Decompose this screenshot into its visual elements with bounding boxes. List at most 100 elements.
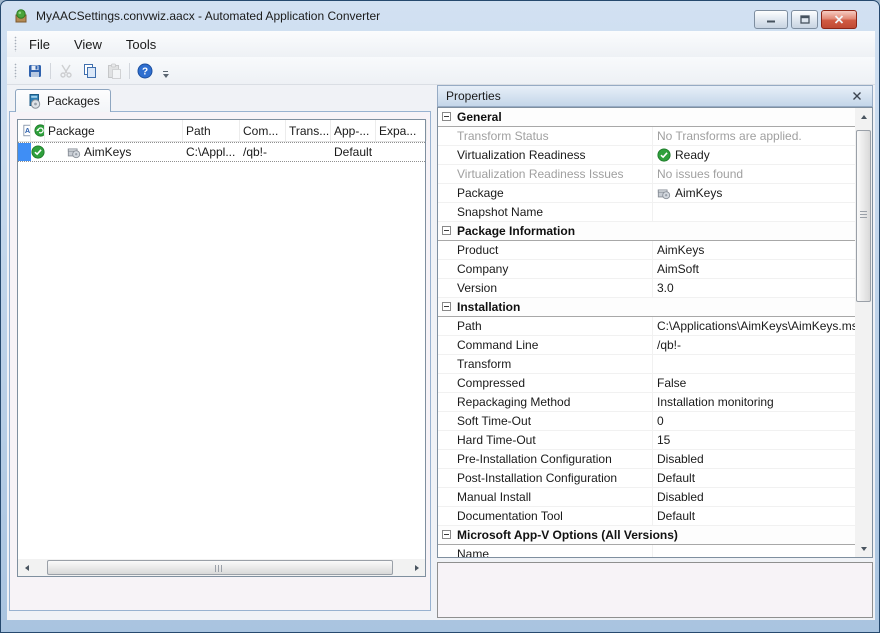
property-label: Name bbox=[438, 545, 653, 557]
property-row[interactable]: Hard Time-Out15 bbox=[438, 431, 855, 450]
collapse-icon[interactable] bbox=[442, 302, 451, 311]
property-label: Virtualization Readiness bbox=[438, 146, 653, 164]
column-header-package[interactable]: Package bbox=[45, 120, 183, 141]
save-button[interactable] bbox=[24, 60, 46, 82]
table-row[interactable]: AimKeysC:\Appl.../qb!-Default bbox=[18, 142, 425, 162]
menu-view[interactable]: View bbox=[62, 33, 114, 56]
scroll-right-button[interactable] bbox=[408, 559, 425, 576]
property-row[interactable]: Virtualization Readiness Ready bbox=[438, 146, 855, 165]
property-row[interactable]: Snapshot Name bbox=[438, 203, 855, 222]
minimize-icon bbox=[766, 15, 776, 24]
help-button[interactable] bbox=[134, 60, 156, 82]
column-header-sort-doc-icon[interactable] bbox=[18, 120, 31, 141]
menu-tools[interactable]: Tools bbox=[114, 33, 168, 56]
property-value: AimKeys bbox=[653, 241, 855, 259]
maximize-icon bbox=[800, 15, 810, 24]
property-label: Soft Time-Out bbox=[438, 412, 653, 430]
column-header-trans[interactable]: Trans... bbox=[286, 120, 331, 141]
property-row[interactable]: PackageAimKeys bbox=[438, 184, 855, 203]
property-value-text: Ready bbox=[675, 148, 710, 162]
horizontal-scroll-thumb[interactable] bbox=[47, 560, 393, 575]
property-row[interactable]: ProductAimKeys bbox=[438, 241, 855, 260]
property-label: Post-Installation Configuration bbox=[438, 469, 653, 487]
properties-rows: GeneralTransform Status No Transforms are… bbox=[438, 108, 855, 557]
property-row[interactable]: Pre-Installation ConfigurationDisabled bbox=[438, 450, 855, 469]
copy-button[interactable] bbox=[79, 60, 101, 82]
property-value: AimKeys bbox=[653, 184, 855, 202]
scroll-down-button[interactable] bbox=[855, 540, 872, 557]
property-section-header: Microsoft App-V Options (All Versions) bbox=[438, 526, 855, 545]
vertical-scroll-thumb[interactable] bbox=[856, 130, 871, 302]
column-header-app[interactable]: App-... bbox=[331, 120, 376, 141]
property-row[interactable]: Transform bbox=[438, 355, 855, 374]
properties-header: Properties bbox=[437, 85, 873, 107]
property-label: Snapshot Name bbox=[438, 203, 653, 221]
scroll-up-button[interactable] bbox=[855, 108, 872, 125]
property-section-header: General bbox=[438, 108, 855, 127]
toolbar-separator bbox=[50, 63, 51, 79]
column-header-path[interactable]: Path bbox=[183, 120, 240, 141]
package-name-cell[interactable]: AimKeys bbox=[45, 143, 183, 161]
properties-grid: GeneralTransform Status No Transforms are… bbox=[437, 107, 873, 558]
cut-button[interactable] bbox=[55, 60, 77, 82]
horizontal-scrollbar[interactable] bbox=[18, 559, 425, 576]
collapse-icon[interactable] bbox=[442, 530, 451, 539]
property-row[interactable]: CompressedFalse bbox=[438, 374, 855, 393]
property-row[interactable]: Manual InstallDisabled bbox=[438, 488, 855, 507]
packages-tab-page: PackagePathCom...Trans...App-...Expa... … bbox=[9, 111, 431, 611]
property-value bbox=[653, 203, 855, 221]
row-selection-cell[interactable] bbox=[18, 143, 31, 161]
collapse-icon[interactable] bbox=[442, 226, 451, 235]
property-label: Product bbox=[438, 241, 653, 259]
save-icon bbox=[27, 63, 43, 79]
close-button[interactable] bbox=[821, 10, 857, 29]
copy-icon bbox=[82, 63, 98, 79]
property-row[interactable]: Transform Status No Transforms are applie… bbox=[438, 127, 855, 146]
toolbar-grip[interactable] bbox=[14, 63, 17, 79]
property-row[interactable]: Post-Installation ConfigurationDefault bbox=[438, 469, 855, 488]
minimize-button[interactable] bbox=[754, 10, 788, 29]
property-row[interactable]: Version3.0 bbox=[438, 279, 855, 298]
property-row[interactable]: Virtualization Readiness IssuesNo issues… bbox=[438, 165, 855, 184]
section-title: Microsoft App-V Options (All Versions) bbox=[457, 528, 678, 542]
property-value-text: No Transforms are applied. bbox=[657, 129, 802, 143]
property-label: Company bbox=[438, 260, 653, 278]
sort-doc-icon bbox=[21, 124, 31, 137]
property-value: No Transforms are applied. bbox=[653, 127, 855, 145]
properties-close-button[interactable] bbox=[850, 89, 864, 103]
property-value-text: Default bbox=[657, 509, 695, 523]
property-row[interactable]: Name bbox=[438, 545, 855, 557]
menu-file[interactable]: File bbox=[17, 33, 62, 56]
property-value-text: 3.0 bbox=[657, 281, 674, 295]
property-value: Installation monitoring bbox=[653, 393, 855, 411]
property-label: Transform Status bbox=[438, 127, 653, 145]
package-icon bbox=[657, 186, 671, 200]
toolbar-overflow-button[interactable] bbox=[159, 60, 172, 82]
property-value: Default bbox=[653, 507, 855, 525]
paste-button[interactable] bbox=[103, 60, 125, 82]
property-row[interactable]: Documentation ToolDefault bbox=[438, 507, 855, 526]
property-row[interactable]: Soft Time-Out0 bbox=[438, 412, 855, 431]
property-value-text: /qb!- bbox=[657, 338, 681, 352]
tab-packages[interactable]: Packages bbox=[15, 89, 111, 112]
cut-icon bbox=[58, 63, 74, 79]
vertical-scrollbar[interactable] bbox=[855, 108, 872, 557]
property-value-text: AimSoft bbox=[657, 262, 699, 276]
scroll-left-button[interactable] bbox=[18, 559, 35, 576]
column-header-expa[interactable]: Expa... bbox=[376, 120, 427, 141]
property-row[interactable]: PathC:\Applications\AimKeys\AimKeys.msi bbox=[438, 317, 855, 336]
column-header-com[interactable]: Com... bbox=[240, 120, 286, 141]
maximize-button[interactable] bbox=[791, 10, 818, 29]
row-cell bbox=[286, 143, 331, 161]
client-area: File View Tools Packages PackagePathCom.… bbox=[7, 31, 875, 620]
column-header-status-refresh-icon[interactable] bbox=[31, 120, 45, 141]
property-label: Manual Install bbox=[438, 488, 653, 506]
property-row[interactable]: Command Line/qb!- bbox=[438, 336, 855, 355]
property-value-text: Disabled bbox=[657, 452, 704, 466]
property-row[interactable]: Repackaging MethodInstallation monitorin… bbox=[438, 393, 855, 412]
property-row[interactable]: Company AimSoft bbox=[438, 260, 855, 279]
property-value: /qb!- bbox=[653, 336, 855, 354]
property-label: Virtualization Readiness Issues bbox=[438, 165, 653, 183]
property-label: Command Line bbox=[438, 336, 653, 354]
collapse-icon[interactable] bbox=[442, 112, 451, 121]
